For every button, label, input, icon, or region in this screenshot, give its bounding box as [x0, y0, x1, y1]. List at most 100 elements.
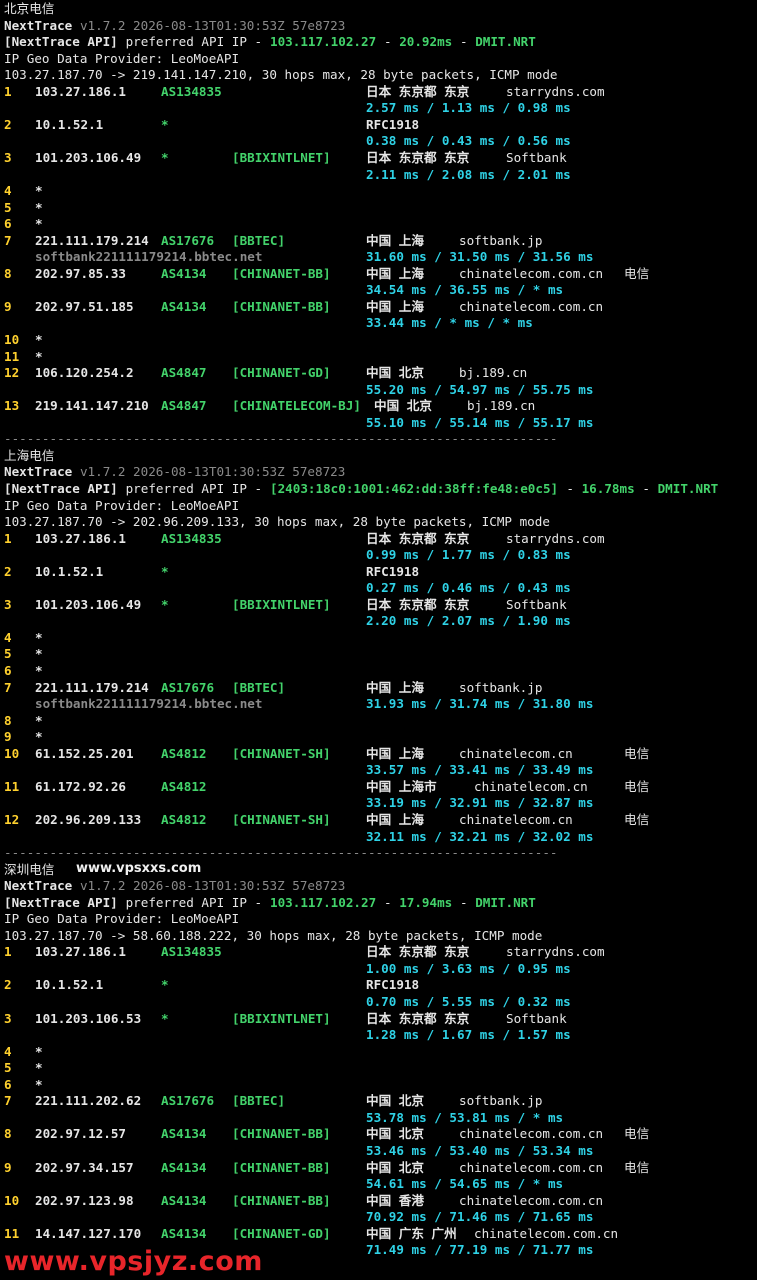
hop-ip: 221.111.202.62 [35, 1093, 142, 1109]
hop-number: 9 [4, 1159, 12, 1175]
hop-asn: AS17676 [161, 679, 215, 695]
hop-number: 7 [4, 232, 12, 248]
hop-ip: 202.97.51.185 [35, 298, 134, 314]
hop-asn: AS4812 [161, 811, 207, 827]
hop-ip: 103.27.186.1 [35, 83, 126, 99]
hop-number: 2 [4, 977, 12, 993]
hop-hostname: chinatelecom.cn [474, 778, 588, 794]
hop-hostname: Softbank [506, 1010, 567, 1026]
hop-asn: AS17676 [161, 1093, 215, 1109]
hop-network-tag: [CHINANET-BB] [232, 265, 331, 281]
hop-asn: AS4812 [161, 745, 207, 761]
api-prefix: [NextTrace API] [4, 480, 118, 496]
hop-location: RFC1918 [366, 116, 420, 132]
hop-rtt: 1.28 ms / 1.67 ms / 1.57 ms [366, 1027, 571, 1043]
watermark-vpsjyz: www.vpsjyz.com [4, 1246, 263, 1277]
hop-ip: 202.96.209.133 [35, 811, 142, 827]
geo-provider-text: IP Geo Data Provider: LeoMoeAPI [4, 50, 240, 66]
hop-asn: * [161, 149, 169, 165]
hop-number: 3 [4, 1010, 12, 1026]
hop-location: 中国 北京 [366, 1093, 424, 1109]
hop-number: 3 [4, 596, 12, 612]
hop-location: RFC1918 [366, 563, 420, 579]
hop-number: 5 [4, 646, 12, 662]
hop-location: 中国 北京 [366, 1159, 424, 1175]
hop-rtt: 71.49 ms / 77.19 ms / 71.77 ms [366, 1242, 594, 1258]
hop-number: 11 [4, 348, 20, 364]
hop-asn: AS4134 [161, 265, 207, 281]
nexttrace-version: v1.7.2 2026-08-13T01:30:53Z 57e8723 [72, 878, 346, 894]
hop-number: 2 [4, 563, 12, 579]
hop-location: 中国 上海 [366, 811, 424, 827]
hop-location: 中国 上海 [366, 745, 424, 761]
hop-number: 11 [4, 1225, 20, 1241]
hop-ip: 219.141.147.210 [35, 398, 149, 414]
hop-hostname: Softbank [506, 149, 567, 165]
hop-isp-label: 电信 [624, 778, 650, 794]
hop-network-tag: [CHINANET-BB] [232, 1159, 331, 1175]
hop-timeout: * [35, 216, 43, 232]
hop-isp-label: 电信 [624, 745, 650, 761]
hop-number: 10 [4, 332, 20, 347]
hop-ip: 101.203.106.49 [35, 149, 142, 165]
hop-asn: AS17676 [161, 232, 215, 248]
hop-location: 日本 东京都 东京 [366, 596, 470, 612]
block-title-text: 北京电信 [4, 1, 55, 16]
hop-network-tag: [BBTEC] [232, 232, 286, 248]
hop-rtt: 2.57 ms / 1.13 ms / 0.98 ms [366, 100, 571, 116]
hop-ip: 103.27.186.1 [35, 944, 126, 960]
hop-number: 6 [4, 216, 12, 232]
hop-location: 中国 上海 [366, 298, 424, 314]
hop-hostname: bj.189.cn [459, 365, 528, 381]
hop-asn: * [161, 563, 169, 579]
hop-number: 12 [4, 811, 20, 827]
hop-ip: 103.27.186.1 [35, 530, 126, 546]
hop-rtt: 1.00 ms / 3.63 ms / 0.95 ms [366, 960, 571, 976]
hop-number: 9 [4, 298, 12, 314]
hop-number: 3 [4, 149, 12, 165]
hop-timeout: * [35, 199, 43, 215]
hop-rdns: softbank221111179214.bbtec.net [35, 249, 263, 265]
hop-rtt: 33.44 ms / * ms / * ms [366, 315, 533, 331]
hop-number: 8 [4, 712, 12, 728]
hop-hostname: softbank.jp [459, 679, 543, 695]
hop-hostname: starrydns.com [506, 944, 605, 960]
hop-isp-label: 电信 [624, 811, 650, 827]
api-sep: - [376, 34, 400, 50]
hop-timeout: * [35, 1043, 43, 1059]
hop-rtt: 0.99 ms / 1.77 ms / 0.83 ms [366, 547, 571, 563]
hop-network-tag: [BBIXINTLNET] [232, 596, 331, 612]
hop-location: 中国 上海市 [366, 778, 437, 794]
hop-rtt: 53.46 ms / 53.40 ms / 53.34 ms [366, 1142, 594, 1158]
api-prefix: [NextTrace API] [4, 894, 118, 910]
hop-timeout: * [35, 729, 43, 745]
api-sep: - [452, 34, 476, 50]
hop-rtt: 70.92 ms / 71.46 ms / 71.65 ms [366, 1209, 594, 1225]
api-ip: [2403:18c0:1001:462:dd:38ff:fe48:e0c5] [270, 480, 559, 496]
hop-hostname: chinatelecom.com.cn [459, 1159, 604, 1175]
hop-number: 1 [4, 83, 12, 99]
hop-rtt: 2.20 ms / 2.07 ms / 1.90 ms [366, 613, 571, 629]
api-sep: - [634, 480, 658, 496]
hop-isp-label: 电信 [624, 1159, 650, 1175]
hop-network-tag: [BBIXINTLNET] [232, 149, 331, 165]
hop-timeout: * [35, 629, 43, 645]
api-text: preferred API IP - [118, 894, 270, 910]
hop-network-tag: [CHINANET-BB] [232, 1126, 331, 1142]
hop-isp-label: 电信 [624, 1126, 650, 1142]
hop-asn: AS134835 [161, 530, 222, 546]
geo-provider-text: IP Geo Data Provider: LeoMoeAPI [4, 497, 240, 513]
api-latency: 20.92ms [399, 34, 453, 50]
hop-ip: 61.172.92.26 [35, 778, 126, 794]
hop-asn: * [161, 977, 169, 993]
hop-number: 8 [4, 265, 12, 281]
api-text: preferred API IP - [118, 480, 270, 496]
hop-ip: 106.120.254.2 [35, 365, 134, 381]
nexttrace-name: NextTrace [4, 464, 73, 480]
block-title-text: 深圳电信 [4, 861, 55, 877]
hop-number: 7 [4, 679, 12, 695]
hop-number: 5 [4, 199, 12, 215]
hop-location: 中国 香港 [366, 1192, 424, 1208]
api-latency: 16.78ms [581, 480, 635, 496]
hop-asn: AS4134 [161, 1192, 207, 1208]
